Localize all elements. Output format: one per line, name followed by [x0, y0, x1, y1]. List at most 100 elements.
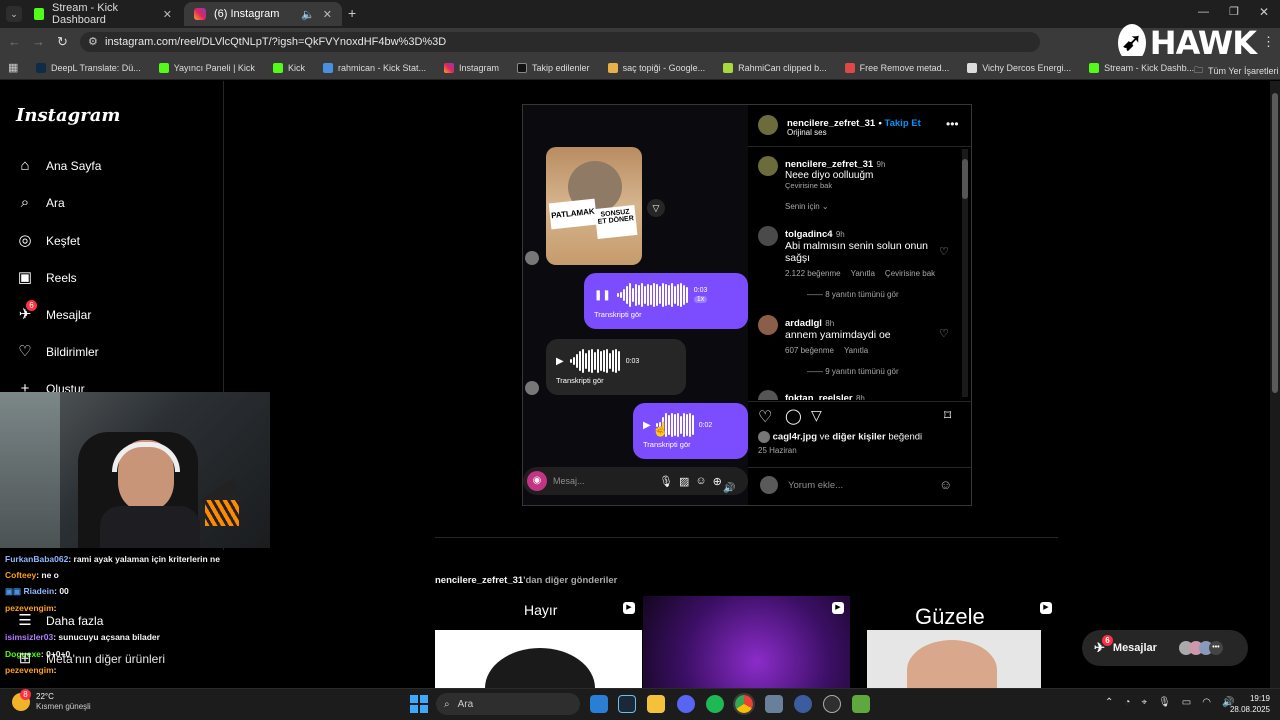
close-icon[interactable]: ✕: [323, 8, 332, 21]
minimize-button[interactable]: —: [1198, 6, 1209, 18]
comments-scrollbar[interactable]: [962, 149, 968, 397]
bookmark-vichy[interactable]: Vichy Dercos Energi...: [967, 62, 1071, 73]
close-icon[interactable]: ✕: [163, 8, 172, 21]
commenter-avatar[interactable]: [758, 390, 778, 400]
message-composer[interactable]: ◉ Mesaj... 🎙 ▨ ☺ ⊕: [523, 467, 748, 495]
nav-notifications[interactable]: ♡ Bildirimler: [16, 343, 98, 361]
nav-search[interactable]: ⌕ Ara: [16, 194, 65, 212]
add-icon[interactable]: ⊕: [713, 475, 722, 488]
gallery-icon[interactable]: ▨: [679, 475, 689, 488]
reel-video[interactable]: PATLAMAK SONSUZ ET DÖNER ▽ ❚❚ 0:03 1x Tra…: [523, 105, 748, 505]
bookmark-deepl[interactable]: DeepL Translate: Dü...: [36, 62, 141, 73]
messages-float-button[interactable]: ✈ 6 Mesajlar •••: [1082, 630, 1248, 666]
comment-sort[interactable]: Senin için ⌄: [785, 202, 829, 211]
page-scrollbar[interactable]: [1270, 81, 1280, 688]
play-icon[interactable]: ▶: [556, 356, 564, 367]
address-bar[interactable]: ⚙ instagram.com/reel/DLVlcQtNLpT/?igsh=Q…: [80, 32, 1040, 52]
spotify-icon[interactable]: [706, 695, 724, 713]
message-input[interactable]: Mesaj...: [553, 476, 653, 486]
play-icon[interactable]: ▶: [643, 420, 651, 431]
bookmark-clipped[interactable]: RahmiCan clipped b...: [723, 62, 827, 73]
scrollbar-thumb[interactable]: [962, 159, 968, 199]
share-post-icon[interactable]: ▽: [811, 407, 822, 424]
bookmark-remove-metadata[interactable]: Free Remove metad...: [844, 62, 949, 73]
taskbar-search[interactable]: ⌕ Ara: [436, 693, 580, 715]
all-bookmarks[interactable]: 🗀 Tüm Yer İşaretleri: [1194, 63, 1279, 79]
commenter-avatar[interactable]: [758, 315, 778, 335]
like-comment-icon[interactable]: ♡: [939, 245, 949, 258]
tab-kick-dashboard[interactable]: Stream - Kick Dashboard ✕: [24, 2, 182, 26]
comment-icon[interactable]: ◯: [785, 407, 802, 425]
nav-meta-products[interactable]: ⊞ Meta'nın diğer ürünleri: [16, 650, 165, 668]
commenter-avatar[interactable]: [758, 226, 778, 246]
save-icon[interactable]: ⌑: [944, 407, 951, 424]
tab-instagram[interactable]: (6) Instagram 🔈 ✕: [184, 2, 342, 26]
mic-icon[interactable]: 🎙: [659, 475, 673, 488]
post-thumbnail[interactable]: Hayır Hayır ▶: [435, 596, 642, 690]
back-icon[interactable]: ←: [8, 34, 21, 49]
app-icon[interactable]: [852, 695, 870, 713]
file-explorer-icon[interactable]: [647, 695, 665, 713]
post-thumbnail[interactable]: ▶: [643, 596, 850, 690]
close-window-button[interactable]: ✕: [1259, 5, 1269, 19]
display-icon[interactable]: ▭: [1182, 697, 1191, 708]
voice-message-3[interactable]: ▶ 0:02 Transkripti gör: [633, 403, 748, 459]
wifi-icon[interactable]: ◠: [1202, 697, 1211, 708]
steam-icon[interactable]: [618, 695, 636, 713]
nav-more[interactable]: ☰ Daha fazla: [16, 612, 103, 630]
bookmark-instagram[interactable]: Instagram: [443, 62, 499, 73]
like-comment-icon[interactable]: ♡: [939, 327, 949, 340]
app-icon[interactable]: [794, 695, 812, 713]
bookmark-kick[interactable]: Kick: [272, 62, 305, 73]
weather-widget[interactable]: 8 22°C Kısmen güneşli: [12, 689, 91, 712]
like-icon[interactable]: ♡: [758, 407, 772, 427]
nav-home[interactable]: ⌂ Ana Sayfa: [16, 157, 101, 175]
share-icon[interactable]: ▽: [647, 199, 665, 217]
chevron-up-icon[interactable]: ⌃: [1105, 697, 1113, 708]
caption-avatar[interactable]: [758, 156, 778, 176]
nav-reels[interactable]: ▣ Reels: [16, 269, 77, 287]
maximize-button[interactable]: ❐: [1229, 5, 1239, 18]
chrome-icon[interactable]: [733, 693, 755, 715]
network-icon[interactable]: ⌖: [1141, 697, 1147, 708]
bookmark-kick-stats[interactable]: rahmican - Kick Stat...: [322, 62, 426, 73]
camera-icon[interactable]: ◉: [527, 471, 547, 491]
speaker-icon[interactable]: 🔈: [301, 8, 315, 21]
bookmark-stream-dashboard[interactable]: Stream - Kick Dashb...: [1089, 62, 1194, 73]
instagram-logo[interactable]: Instagram: [16, 105, 120, 126]
system-tray[interactable]: ⌃ ◔ ⌖ 🎙 ▭ ◠ 🔊: [1105, 697, 1234, 708]
widgets-icon[interactable]: [590, 695, 608, 713]
transcript-link[interactable]: Transkripti gör: [556, 376, 604, 385]
nav-explore[interactable]: ◎ Keşfet: [16, 232, 80, 250]
view-replies[interactable]: —— 9 yanıtın tümünü gör: [785, 367, 950, 376]
menu-icon[interactable]: ⋮: [1262, 34, 1275, 50]
app-icon[interactable]: [765, 695, 783, 713]
volume-icon[interactable]: 🔊: [723, 483, 735, 494]
more-options-icon[interactable]: •••: [946, 117, 959, 131]
voice-message-1[interactable]: ❚❚ 0:03 1x Transkripti gör: [584, 273, 748, 329]
forward-icon[interactable]: →: [32, 34, 45, 49]
bookmark-google[interactable]: saç topiği - Google...: [607, 62, 705, 73]
emoji-icon[interactable]: ☺: [939, 477, 952, 492]
start-icon[interactable]: [410, 695, 428, 713]
tab-search-button[interactable]: ⌄: [6, 6, 22, 22]
view-replies[interactable]: —— 8 yanıtın tümünü gör: [785, 290, 950, 299]
reload-icon[interactable]: ↻: [57, 34, 68, 50]
pause-icon[interactable]: ❚❚: [594, 290, 611, 301]
new-tab-button[interactable]: +: [348, 5, 356, 21]
apps-icon[interactable]: ▦: [8, 61, 18, 74]
transcript-link[interactable]: Transkripti gör: [643, 440, 691, 449]
audio-label[interactable]: Orijinal ses: [787, 128, 827, 137]
follow-button[interactable]: Takip Et: [885, 118, 921, 129]
tray-app-icon[interactable]: ◔: [1124, 697, 1130, 708]
site-info-icon[interactable]: ⚙: [88, 32, 98, 52]
mic-icon[interactable]: 🎙: [1158, 697, 1171, 708]
voice-message-2[interactable]: ▶ 0:03 Transkripti gör: [546, 339, 686, 395]
nav-messages[interactable]: ✈ 6 Mesajlar: [16, 300, 91, 324]
bookmark-x[interactable]: Takip edilenler: [517, 62, 590, 73]
bookmark-kick-panel[interactable]: Yayıncı Paneli | Kick: [158, 62, 255, 73]
comment-input[interactable]: Yorum ekle...: [788, 480, 843, 491]
sticker-icon[interactable]: ☺: [695, 475, 706, 487]
author-avatar[interactable]: [758, 115, 778, 135]
clock[interactable]: 19:19 28.08.2025: [1224, 693, 1270, 715]
